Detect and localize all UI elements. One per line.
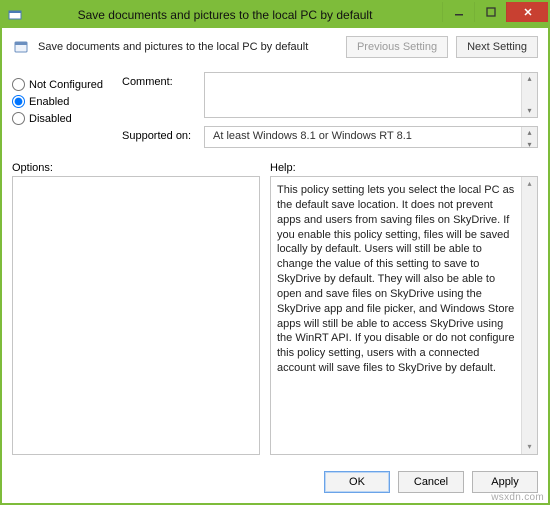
next-setting-button[interactable]: Next Setting: [456, 36, 538, 58]
radio-disabled[interactable]: Disabled: [12, 112, 112, 125]
supported-on-value: At least Windows 8.1 or Windows RT 8.1: [213, 130, 412, 142]
dialog-window: Save documents and pictures to the local…: [0, 0, 550, 505]
help-label: Help:: [270, 162, 296, 174]
options-content: [13, 177, 259, 454]
dialog-footer: OK Cancel Apply: [2, 463, 548, 503]
help-content: This policy setting lets you select the …: [271, 177, 537, 454]
comment-label: Comment:: [122, 72, 204, 88]
panes-row: This policy setting lets you select the …: [2, 176, 548, 463]
policy-title: Save documents and pictures to the local…: [38, 41, 338, 53]
meta-column: Comment: ▴▾ Supported on: At least Windo…: [122, 70, 538, 156]
header-row: Save documents and pictures to the local…: [2, 28, 548, 66]
previous-setting-button[interactable]: Previous Setting: [346, 36, 448, 58]
radio-not-configured-label: Not Configured: [29, 79, 103, 91]
close-button[interactable]: [506, 2, 548, 22]
minimize-button[interactable]: [442, 2, 474, 22]
supported-on-label: Supported on:: [122, 126, 204, 142]
scrollbar[interactable]: ▴▾: [521, 177, 537, 454]
comment-field[interactable]: ▴▾: [204, 72, 538, 118]
scrollbar[interactable]: ▴▾: [521, 127, 537, 147]
maximize-button[interactable]: [474, 2, 506, 22]
section-labels: Options: Help:: [2, 156, 548, 176]
scrollbar[interactable]: ▴▾: [521, 73, 537, 117]
radio-enabled[interactable]: Enabled: [12, 95, 112, 108]
scroll-up-icon[interactable]: ▴: [522, 127, 537, 139]
scroll-down-icon[interactable]: ▾: [522, 139, 537, 151]
radio-not-configured-input[interactable]: [12, 78, 25, 91]
apply-button[interactable]: Apply: [472, 471, 538, 493]
supported-on-field: At least Windows 8.1 or Windows RT 8.1 ▴…: [204, 126, 538, 148]
scroll-down-icon[interactable]: ▾: [522, 440, 537, 454]
scroll-up-icon[interactable]: ▴: [522, 73, 537, 85]
config-row: Not Configured Enabled Disabled Comment:…: [2, 66, 548, 156]
ok-button[interactable]: OK: [324, 471, 390, 493]
cancel-button[interactable]: Cancel: [398, 471, 464, 493]
state-radio-group: Not Configured Enabled Disabled: [12, 70, 112, 156]
window-title: Save documents and pictures to the local…: [8, 8, 442, 22]
scroll-down-icon[interactable]: ▾: [522, 105, 537, 117]
radio-disabled-label: Disabled: [29, 113, 72, 125]
radio-enabled-input[interactable]: [12, 95, 25, 108]
scroll-up-icon[interactable]: ▴: [522, 177, 537, 191]
policy-icon: [12, 38, 30, 56]
radio-enabled-label: Enabled: [29, 96, 69, 108]
options-pane: [12, 176, 260, 455]
titlebar: Save documents and pictures to the local…: [2, 2, 548, 28]
radio-not-configured[interactable]: Not Configured: [12, 78, 112, 91]
window-controls: [442, 2, 548, 28]
options-label: Options:: [12, 162, 270, 174]
help-pane: This policy setting lets you select the …: [270, 176, 538, 455]
radio-disabled-input[interactable]: [12, 112, 25, 125]
